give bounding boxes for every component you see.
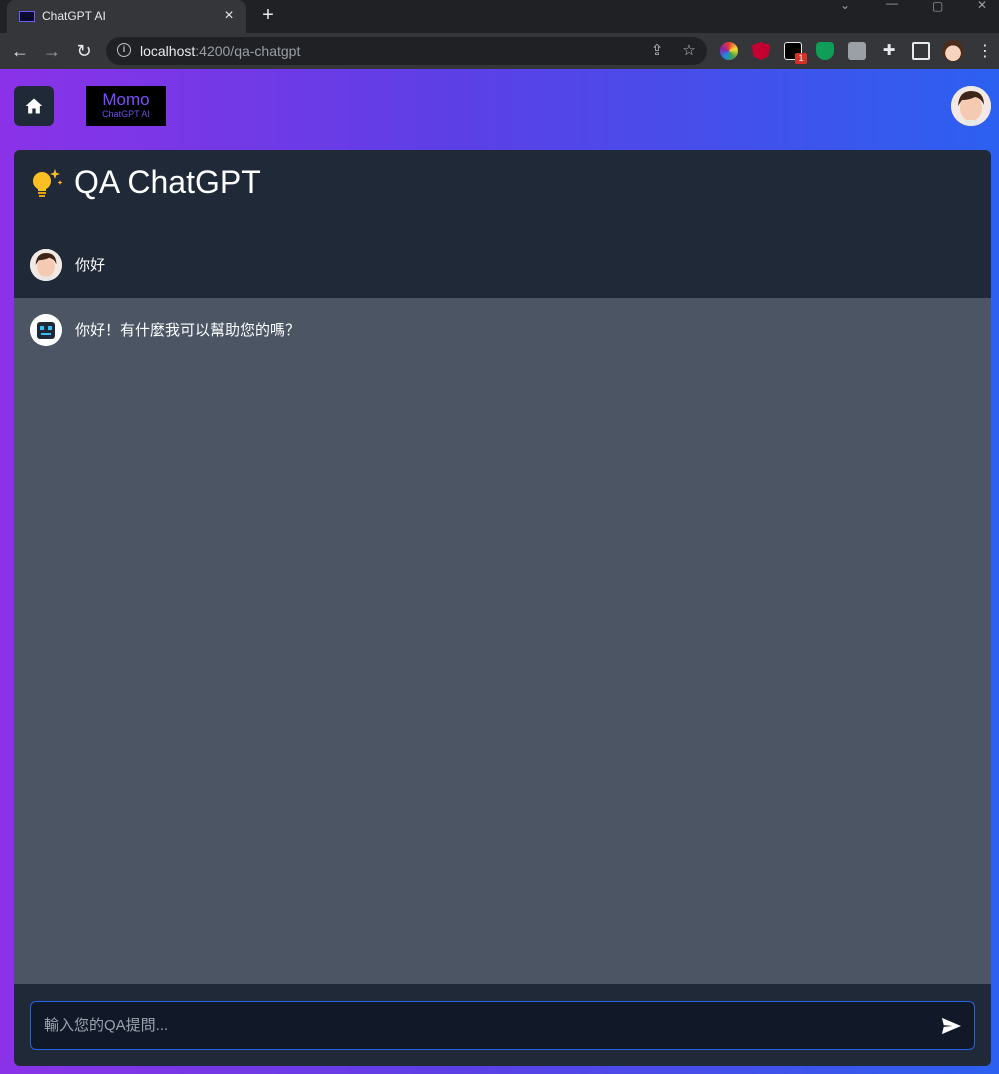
browser-menu-icon[interactable]: ⋮	[977, 41, 993, 61]
app-root: Momo ChatGPT AI QA ChatGPT 你好 你好！有什麼我可以幫…	[0, 69, 999, 1074]
printer-extension-icon[interactable]	[848, 42, 866, 60]
bookmark-star-icon[interactable]: ☆	[680, 42, 698, 60]
color-picker-extension-icon[interactable]	[720, 42, 738, 60]
user-avatar[interactable]	[951, 86, 991, 126]
browser-profile-avatar[interactable]	[942, 40, 964, 62]
extensions-puzzle-icon[interactable]: ✚	[880, 42, 898, 60]
camera-extension-icon[interactable]: 1	[784, 42, 807, 64]
logo-name: Momo	[102, 90, 150, 109]
lightbulb-sparkle-icon	[33, 169, 63, 197]
share-icon[interactable]: ⇪	[648, 42, 666, 60]
forward-icon[interactable]: →	[40, 39, 64, 63]
chat-input-area	[14, 984, 991, 1066]
tab-title: ChatGPT AI	[42, 9, 106, 23]
maximize-icon[interactable]: ▢	[932, 0, 943, 13]
robot-icon	[30, 314, 62, 346]
home-icon	[25, 98, 43, 114]
home-button[interactable]	[14, 86, 54, 126]
logo-subtitle: ChatGPT AI	[102, 109, 150, 119]
send-icon[interactable]	[940, 1016, 962, 1036]
user-avatar-image	[30, 249, 62, 281]
minimize-icon[interactable]: —	[886, 0, 898, 10]
app-logo[interactable]: Momo ChatGPT AI	[86, 86, 166, 126]
page-title: QA ChatGPT	[74, 164, 261, 200]
user-message-avatar	[30, 249, 62, 281]
angular-devtools-extension-icon[interactable]	[752, 42, 770, 60]
browser-toolbar: ← → ↻ i localhost:4200/qa-chatgpt ⇪ ☆ 1 …	[0, 33, 999, 69]
tab-favicon-icon	[19, 11, 35, 22]
site-info-icon[interactable]: i	[117, 43, 131, 57]
user-avatar-image	[951, 86, 991, 126]
address-bar[interactable]: i localhost:4200/qa-chatgpt ⇪ ☆	[106, 37, 707, 65]
tab-search-icon[interactable]: ⌄	[840, 0, 850, 12]
new-tab-icon[interactable]: +	[258, 5, 278, 25]
chat-header: QA ChatGPT 你好	[14, 150, 991, 298]
close-tab-icon[interactable]: ×	[220, 7, 238, 25]
assistant-message-avatar	[30, 314, 62, 346]
side-panel-icon[interactable]	[912, 42, 930, 60]
chat-input-box[interactable]	[30, 1001, 975, 1050]
reload-icon[interactable]: ↻	[72, 39, 96, 63]
browser-tab[interactable]: ChatGPT AI ×	[7, 0, 246, 33]
close-window-icon[interactable]: ✕	[977, 0, 987, 12]
assistant-message-text: 你好！有什麼我可以幫助您的嗎？	[75, 322, 301, 339]
url-host: localhost	[140, 43, 196, 59]
chat-panel: QA ChatGPT 你好 你好！有什麼我可以幫助您的嗎？	[14, 150, 991, 1066]
browser-tab-strip: ChatGPT AI × + ⌄ — ▢ ✕	[0, 0, 999, 33]
back-icon[interactable]: ←	[8, 39, 32, 63]
question-input[interactable]	[31, 1002, 921, 1049]
extension-badge: 1	[795, 53, 807, 64]
url-path: :4200/qa-chatgpt	[195, 43, 301, 59]
url-text: localhost:4200/qa-chatgpt	[140, 43, 300, 59]
shield-extension-icon[interactable]	[816, 42, 834, 60]
user-message-text: 你好	[75, 257, 106, 274]
